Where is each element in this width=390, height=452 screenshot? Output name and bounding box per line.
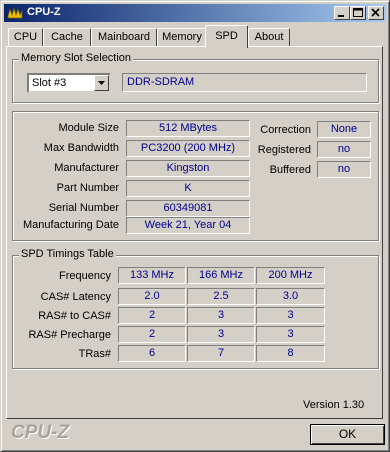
window-title: CPU-Z [27, 6, 61, 18]
module-size-label: Module Size [58, 122, 119, 134]
ok-button[interactable]: OK [310, 424, 385, 445]
registered-label: Registered [257, 144, 311, 156]
minimize-icon [338, 15, 344, 17]
slot-select-value: Slot #3 [32, 77, 67, 89]
timing-row-label: Frequency [59, 270, 111, 282]
timing-cell: 2 [118, 326, 186, 343]
correction-label: Correction [260, 124, 311, 136]
title-bar[interactable]: CPU-Z [4, 4, 386, 22]
max-bandwidth-value: PC3200 (200 MHz) [126, 140, 250, 157]
memory-slot-group-title: Memory Slot Selection [19, 52, 134, 64]
timing-cell: 3 [256, 307, 325, 324]
timing-row-label: RAS# to CAS# [38, 310, 111, 322]
tab-memory[interactable]: Memory [157, 28, 207, 46]
timing-cell: 6 [118, 345, 186, 362]
buffered-label: Buffered [269, 164, 311, 176]
tab-mainboard[interactable]: Mainboard [91, 28, 157, 46]
close-icon [371, 8, 380, 17]
tab-spd[interactable]: SPD [205, 25, 248, 48]
close-button[interactable] [368, 6, 384, 20]
timing-cell: 3.0 [256, 288, 325, 305]
timing-row-label: TRas# [78, 348, 111, 360]
timing-cell: 200 MHz [256, 267, 325, 284]
correction-value: None [317, 121, 371, 138]
max-bandwidth-label: Max Bandwidth [43, 142, 119, 154]
buffered-value: no [317, 161, 371, 178]
timing-cell: 2 [118, 307, 186, 324]
cpu-z-app-icon [7, 6, 23, 19]
timing-cell: 7 [187, 345, 255, 362]
version-label: Version 1.30 [303, 399, 365, 411]
manufacturer-label: Manufacturer [54, 162, 119, 174]
tab-about[interactable]: About [248, 28, 290, 46]
slot-select-dropdown-button[interactable] [94, 75, 109, 91]
part-number-label: Part Number [56, 182, 119, 194]
tab-cpu[interactable]: CPU [8, 28, 43, 46]
part-number-value: K [126, 180, 250, 197]
timing-cell: 133 MHz [118, 267, 186, 284]
manufacturing-date-label: Manufacturing Date [23, 219, 119, 231]
timing-cell: 3 [187, 307, 255, 324]
manufacturer-value: Kingston [126, 160, 250, 177]
timing-cell: 2.0 [118, 288, 186, 305]
spd-timings-group-title: SPD Timings Table [19, 248, 116, 260]
registered-value: no [317, 141, 371, 158]
manufacturing-date-value: Week 21, Year 04 [126, 217, 250, 234]
timing-cell: 2.5 [187, 288, 255, 305]
cpu-z-logo: CPU-Z [11, 422, 70, 443]
maximize-icon [353, 8, 363, 17]
tab-cache[interactable]: Cache [43, 28, 91, 46]
serial-number-label: Serial Number [48, 202, 119, 214]
chevron-down-icon [98, 81, 105, 85]
timing-row-label: RAS# Precharge [28, 329, 111, 341]
module-size-value: 512 MBytes [126, 120, 250, 137]
memory-type-field: DDR-SDRAM [122, 73, 367, 92]
maximize-button[interactable] [350, 6, 366, 20]
slot-select[interactable]: Slot #3 [27, 73, 111, 93]
timing-cell: 3 [187, 326, 255, 343]
timing-cell: 3 [256, 326, 325, 343]
timing-row-label: CAS# Latency [40, 291, 111, 303]
timing-cell: 166 MHz [187, 267, 255, 284]
serial-number-value: 60349081 [126, 200, 250, 217]
minimize-button[interactable] [334, 6, 350, 20]
cpu-z-window: CPU-Z CPU Cache Mainboard Memory SPD Abo… [0, 0, 390, 452]
timing-cell: 8 [256, 345, 325, 362]
